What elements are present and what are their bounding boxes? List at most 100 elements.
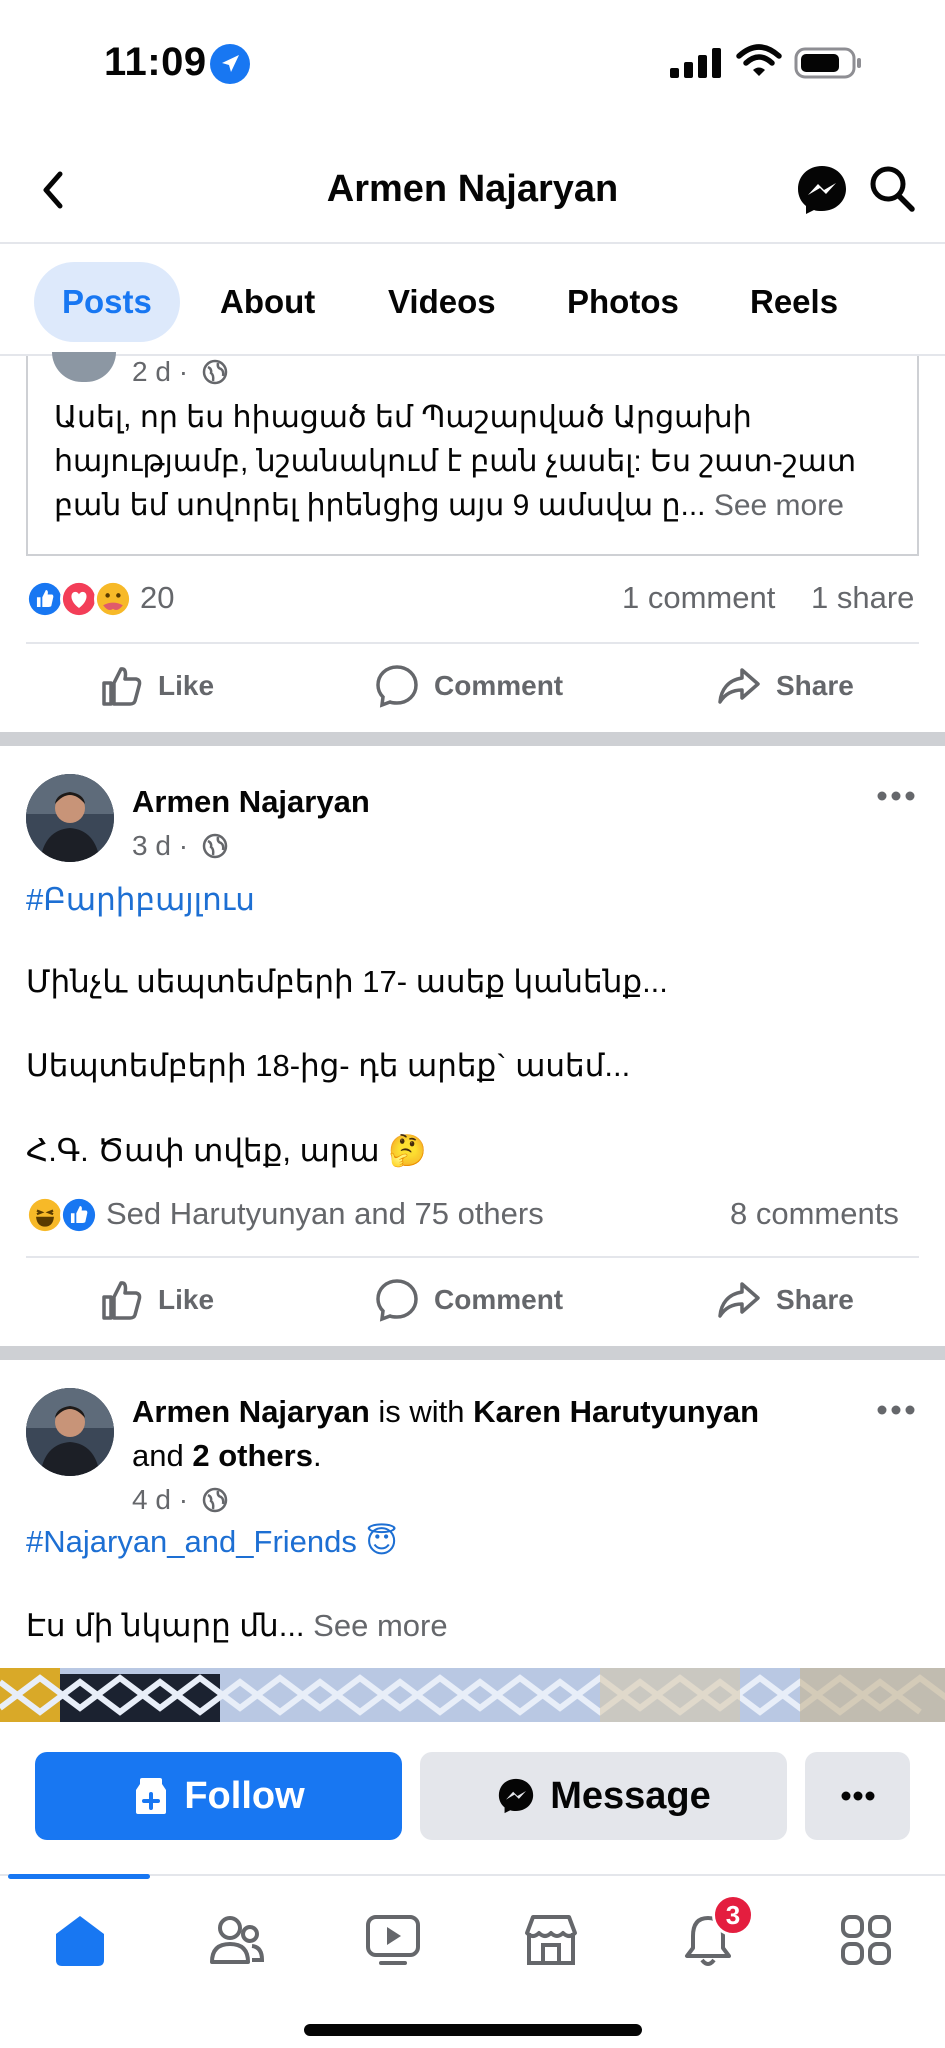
post-hashtag[interactable]: #Najaryan_and_Friends xyxy=(26,1524,357,1559)
cellular-signal-icon xyxy=(670,48,721,78)
thumbs-up-icon xyxy=(102,667,142,706)
home-indicator xyxy=(304,2024,642,2036)
more-options-icon[interactable] xyxy=(876,1400,916,1420)
comment-count[interactable]: 1 comment xyxy=(622,580,775,616)
message-label: Message xyxy=(550,1774,711,1817)
like-button[interactable]: Like xyxy=(100,656,214,716)
post-text: Էս մի նկարը մն... xyxy=(26,1608,305,1643)
search-icon[interactable] xyxy=(868,164,916,214)
like-button[interactable]: Like xyxy=(100,1270,214,1330)
author-avatar[interactable] xyxy=(26,774,114,862)
post-hashtag-line: #Najaryan_and_Friends 😇 xyxy=(26,1524,398,1560)
messenger-icon xyxy=(499,1778,534,1814)
post-text-line: Հ.Գ. Ծափ տվեք, արա 🤔 xyxy=(26,1132,427,1169)
tab-posts[interactable]: Posts xyxy=(34,262,180,342)
nav-home[interactable] xyxy=(40,1900,120,1980)
post-time: 4 d · xyxy=(132,1484,189,1515)
halo-emoji: 😇 xyxy=(365,1524,398,1559)
status-time: 11:09 xyxy=(104,40,207,84)
marketplace-icon xyxy=(525,1915,577,1965)
post1-reactions-row: 20 1 comment 1 share xyxy=(26,576,919,626)
with-text: is with xyxy=(369,1394,474,1429)
comment-button[interactable]: Comment xyxy=(374,656,563,716)
see-more-link[interactable]: See more xyxy=(714,489,844,522)
tagged-others[interactable]: 2 others xyxy=(192,1438,313,1473)
author-avatar[interactable] xyxy=(26,1388,114,1476)
post-author-line: Armen Najaryan is with Karen Harutyunyan… xyxy=(132,1390,852,1478)
globe-icon xyxy=(202,359,228,385)
comment-button[interactable]: Comment xyxy=(374,1270,563,1330)
video-icon xyxy=(366,1915,420,1965)
share-icon xyxy=(718,1282,760,1318)
more-dots-icon xyxy=(841,1791,874,1801)
battery-icon xyxy=(794,47,861,79)
care-reaction-icon xyxy=(94,580,132,618)
comment-count[interactable]: 8 comments xyxy=(730,1196,899,1232)
share-label: Share xyxy=(776,1284,854,1315)
nav-marketplace[interactable] xyxy=(511,1900,591,1980)
post-text-line: Էս մի նկարը մն... See more xyxy=(26,1608,448,1644)
message-button[interactable]: Message xyxy=(420,1752,787,1840)
like-reaction-icon xyxy=(26,580,64,618)
home-icon xyxy=(56,1916,104,1966)
reactions-count: 20 xyxy=(140,580,175,615)
share-button[interactable]: Share xyxy=(716,656,854,716)
notification-badge: 3 xyxy=(712,1894,754,1936)
divider xyxy=(26,642,919,644)
tab-videos[interactable]: Videos xyxy=(360,262,524,342)
share-icon xyxy=(718,668,760,704)
post-author-name[interactable]: Armen Najaryan xyxy=(132,780,370,824)
nav-video[interactable] xyxy=(353,1900,433,1980)
shared-post-time: 2 d · xyxy=(132,356,189,387)
post-text-line: Մինչև սեպտեմբերի 17- ասեք կանենք... xyxy=(26,964,668,999)
shared-post[interactable]: 2 d · Ասել, որ ես հիացած եմ Պաշարված Արց… xyxy=(26,352,919,556)
wifi-icon xyxy=(736,44,782,76)
comment-icon xyxy=(376,1279,418,1322)
globe-icon xyxy=(202,833,228,859)
tagged-friend[interactable]: Karen Harutyunyan xyxy=(473,1394,759,1429)
nav-menu[interactable] xyxy=(826,1900,906,1980)
post-text-line: Սեպտեմբերի 18-ից- դե արեք` ասեմ... xyxy=(26,1048,631,1083)
follow-label: Follow xyxy=(184,1774,305,1817)
post-separator xyxy=(0,1346,945,1360)
tab-about[interactable]: About xyxy=(192,262,343,342)
follow-button[interactable]: Follow xyxy=(35,1752,402,1840)
haha-reaction-icon xyxy=(26,1196,64,1234)
comment-label: Comment xyxy=(434,670,564,701)
nav-friends[interactable] xyxy=(197,1900,277,1980)
post-text: Հ.Գ. Ծափ տվեք, արա xyxy=(26,1133,380,1168)
shared-post-meta: 2 d · xyxy=(132,356,228,388)
menu-icon xyxy=(841,1915,891,1965)
more-actions-button[interactable] xyxy=(805,1752,910,1840)
messenger-icon[interactable] xyxy=(794,162,850,218)
thumbs-up-icon xyxy=(102,1281,142,1320)
share-label: Share xyxy=(776,670,854,701)
bottom-navigation: 3 xyxy=(0,1874,945,2048)
reactions-summary: Sed Harutyunyan and 75 others xyxy=(106,1196,544,1231)
profile-actions: Follow Message xyxy=(0,1722,945,1874)
profile-tabs: Posts About Videos Photos Reels xyxy=(0,246,945,356)
period-text: . xyxy=(312,1438,322,1473)
location-arrow-icon xyxy=(210,44,250,84)
post-meta: 4 d · xyxy=(132,1484,228,1516)
tab-photos[interactable]: Photos xyxy=(539,262,707,342)
see-more-link[interactable]: See more xyxy=(313,1608,447,1643)
post-photo[interactable] xyxy=(0,1668,945,1722)
share-count[interactable]: 1 share xyxy=(811,580,914,616)
like-label: Like xyxy=(158,1284,215,1315)
divider xyxy=(26,1256,919,1258)
share-button[interactable]: Share xyxy=(716,1270,854,1330)
comment-icon xyxy=(376,665,418,708)
post-author-name[interactable]: Armen Najaryan xyxy=(132,1394,370,1429)
status-bar: 11:09 xyxy=(0,0,945,130)
more-options-icon[interactable] xyxy=(876,786,916,806)
like-reaction-icon xyxy=(60,1196,98,1234)
post-time: 3 d · xyxy=(132,830,189,861)
shared-author-avatar xyxy=(52,352,116,382)
post-hashtag[interactable]: #Բարիբայլուս xyxy=(26,882,255,918)
shared-post-text: Ասել, որ ես հիացած եմ Պաշարված Արցախի հա… xyxy=(54,396,904,528)
friends-icon xyxy=(210,1916,265,1964)
comment-label: Comment xyxy=(434,1284,564,1315)
follow-icon xyxy=(136,1778,167,1814)
tab-reels[interactable]: Reels xyxy=(722,262,866,342)
